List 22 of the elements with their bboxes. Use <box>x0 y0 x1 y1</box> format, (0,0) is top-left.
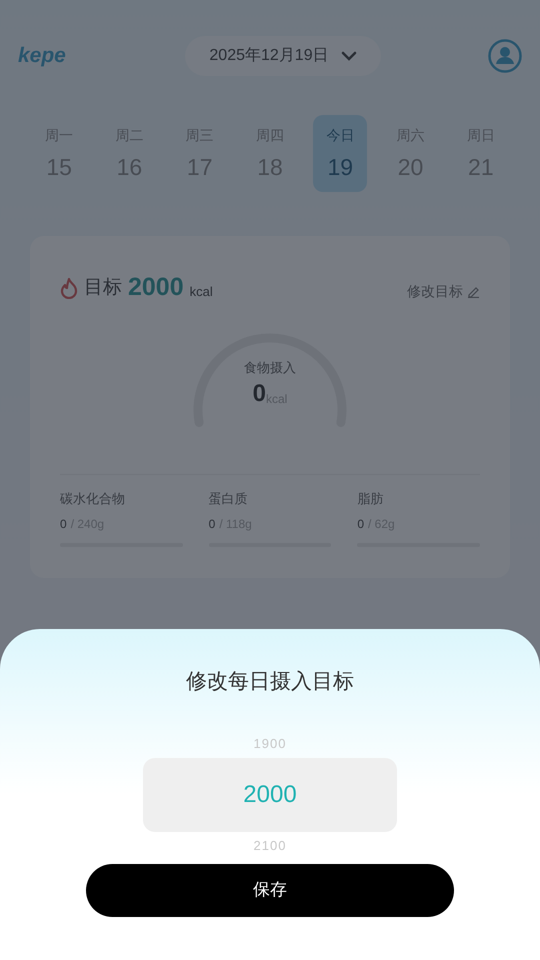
macro-name: 蛋白质 <box>208 490 249 508</box>
save-button[interactable]: 保存 <box>86 864 454 916</box>
user-avatar-icon[interactable] <box>488 39 522 73</box>
goal-value: 2000 <box>128 272 184 302</box>
goal-unit: kcal <box>190 283 213 301</box>
picker-selected-value[interactable]: 2000 <box>143 758 397 832</box>
edit-goal-link[interactable]: 修改目标 <box>407 280 480 302</box>
macro-current: 0 <box>357 516 364 532</box>
date-picker-button[interactable]: 2025年12月19日 <box>185 36 381 76</box>
sheet-title: 修改每日摄入目标 <box>186 669 354 695</box>
macro-name: 脂肪 <box>357 490 384 508</box>
goal-label: 目标 <box>84 276 122 300</box>
macro-current: 0 <box>208 516 216 532</box>
macro-current: 0 <box>60 516 67 532</box>
gauge-label: 食物摄入 <box>244 359 296 377</box>
flame-icon <box>60 277 78 299</box>
logo: kepe <box>18 43 67 70</box>
intake-value: 0 <box>252 380 266 408</box>
chevron-down-icon <box>340 51 357 61</box>
macro-name: 碳水化合物 <box>60 490 126 508</box>
day-tab[interactable]: 今日 19 <box>313 115 368 192</box>
pencil-icon <box>467 284 480 298</box>
